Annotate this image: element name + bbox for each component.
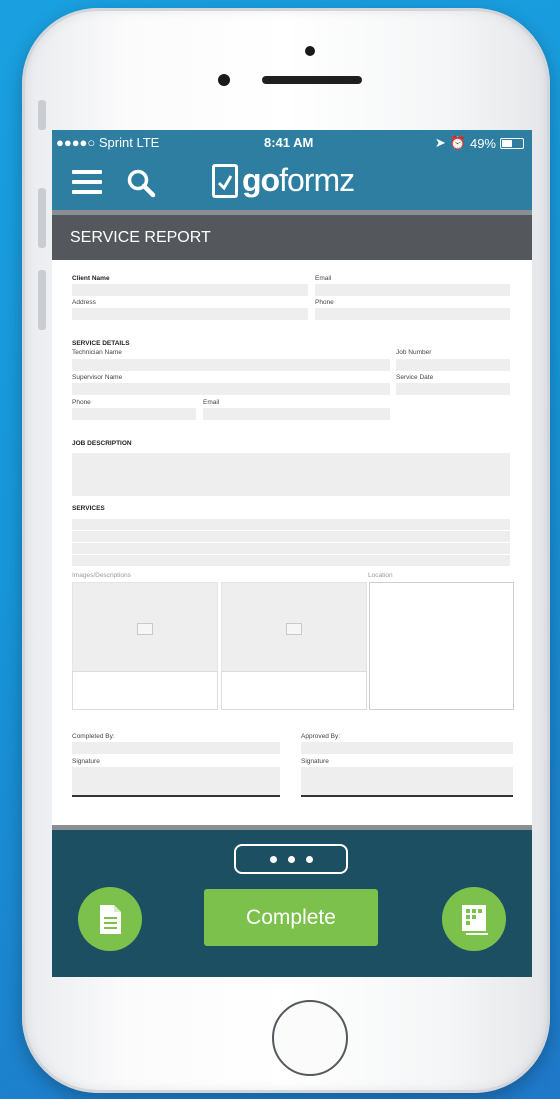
volume-up-button xyxy=(38,188,46,248)
services-row-divider xyxy=(72,554,510,555)
client-name-label: Client Name xyxy=(72,275,110,282)
alarm-icon: ⏰ xyxy=(449,135,466,150)
signature-line xyxy=(301,795,513,797)
phone-field[interactable] xyxy=(315,308,510,320)
goformz-logo-icon xyxy=(212,163,238,198)
document-icon xyxy=(100,905,121,934)
location-label: Location xyxy=(368,572,393,579)
front-camera xyxy=(305,46,315,56)
volume-down-button xyxy=(38,270,46,330)
complete-button[interactable]: Complete xyxy=(204,889,378,946)
job-number-label: Job Number xyxy=(396,349,432,356)
battery-percent: 49% xyxy=(469,135,496,151)
bottom-action-bar: Complete xyxy=(52,830,532,977)
signature-line xyxy=(72,795,280,797)
image-placeholder-icon xyxy=(137,623,153,635)
service-details-heading: SERVICE DETAILS xyxy=(72,340,130,347)
service-date-field[interactable] xyxy=(396,383,510,395)
supervisor-name-label: Supervisor Name xyxy=(72,374,123,381)
status-bar: ●●●●○ Sprint LTE 8:41 AM ➤ ⏰ 49% xyxy=(52,130,532,154)
grid-form-button[interactable] xyxy=(442,887,506,951)
client-name-field[interactable] xyxy=(72,284,308,296)
services-heading: SERVICES xyxy=(72,505,105,512)
approved-by-label: Approved By: xyxy=(301,733,341,740)
technician-name-label: Technician Name xyxy=(72,349,122,356)
phone2-label: Phone xyxy=(72,399,91,406)
image-description-2[interactable] xyxy=(221,671,367,710)
search-icon[interactable] xyxy=(126,168,158,200)
grid-form-icon xyxy=(462,905,488,935)
phone-screen: ●●●●○ Sprint LTE 8:41 AM ➤ ⏰ 49% goformz… xyxy=(52,130,532,977)
phone-label: Phone xyxy=(315,299,334,306)
approved-by-field[interactable] xyxy=(301,742,513,754)
menu-icon[interactable] xyxy=(72,170,102,194)
home-button[interactable] xyxy=(272,1000,348,1076)
carrier-signal: ●●●●○ Sprint LTE xyxy=(56,135,160,150)
signature-label: Signature xyxy=(72,758,100,765)
status-time: 8:41 AM xyxy=(264,135,314,150)
address-field[interactable] xyxy=(72,308,308,320)
completed-by-field[interactable] xyxy=(72,742,280,754)
technician-name-field[interactable] xyxy=(72,359,390,371)
job-description-field[interactable] xyxy=(72,453,510,496)
completed-signature-field[interactable] xyxy=(72,767,280,795)
email-field[interactable] xyxy=(315,284,510,296)
earpiece-speaker xyxy=(262,76,362,84)
email-label: Email xyxy=(315,275,332,282)
app-nav-bar: goformz xyxy=(52,154,532,210)
battery-fill xyxy=(502,139,512,147)
image-placeholder-icon xyxy=(286,623,302,635)
email2-field[interactable] xyxy=(203,408,390,420)
supervisor-name-field[interactable] xyxy=(72,383,390,395)
goformz-logo: goformz xyxy=(212,162,355,199)
form-canvas: SERVICE REPORT Client Name Email Address… xyxy=(52,210,532,830)
mute-switch xyxy=(38,100,46,130)
address-label: Address xyxy=(72,299,96,306)
services-row-divider xyxy=(72,542,510,543)
approved-signature-field[interactable] xyxy=(301,767,513,795)
images-label: Images/Descriptions xyxy=(72,572,131,579)
form-title: SERVICE REPORT xyxy=(70,229,211,246)
image-slot-2[interactable] xyxy=(221,582,367,710)
completed-by-label: Completed By: xyxy=(72,733,115,740)
service-date-label: Service Date xyxy=(396,374,434,381)
location-map-box[interactable] xyxy=(369,582,514,710)
form-title-bar: SERVICE REPORT xyxy=(52,215,532,260)
email2-label: Email xyxy=(203,399,220,406)
image-slot-1[interactable] xyxy=(72,582,218,710)
job-description-heading: JOB DESCRIPTION xyxy=(72,440,132,447)
services-row-divider xyxy=(72,530,510,531)
image-description-1[interactable] xyxy=(72,671,218,710)
job-number-field[interactable] xyxy=(396,359,510,371)
signature2-label: Signature xyxy=(301,758,329,765)
document-button[interactable] xyxy=(78,887,142,951)
battery-icon xyxy=(500,137,524,149)
status-right: ➤ ⏰ 49% xyxy=(435,135,524,151)
location-arrow-icon: ➤ xyxy=(434,135,446,150)
logo-text: goformz xyxy=(242,162,355,198)
phone2-field[interactable] xyxy=(72,408,196,420)
more-dots-icon[interactable] xyxy=(234,844,348,874)
proximity-sensor xyxy=(218,74,230,86)
